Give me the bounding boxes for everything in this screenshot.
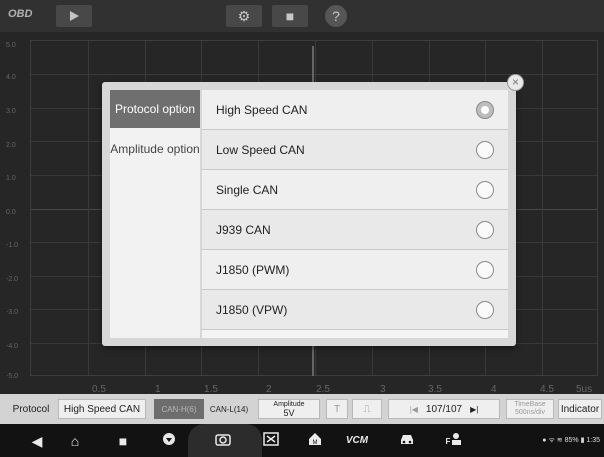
- amplitude-button[interactable]: Amplitude 5V: [258, 399, 320, 419]
- browser-icon[interactable]: [160, 432, 178, 450]
- option-high-speed-can[interactable]: High Speed CAN: [202, 90, 508, 130]
- protocol-label: Protocol: [12, 403, 50, 415]
- option-label: J1850 (VPW): [216, 302, 288, 317]
- option-j1850-pwm[interactable]: J1850 (PWM): [202, 250, 508, 290]
- close-dialog-button[interactable]: ×: [507, 74, 524, 91]
- trigger-button[interactable]: T: [326, 399, 348, 419]
- radio-button[interactable]: [476, 221, 494, 239]
- option-label: High Speed CAN: [216, 102, 308, 117]
- vci-icon[interactable]: [262, 432, 280, 450]
- indicator-button[interactable]: Indicator: [558, 399, 602, 419]
- car-icon[interactable]: [398, 432, 416, 450]
- protocol-dialog: Protocol option Amplitude option High Sp…: [102, 82, 516, 346]
- timebase-value: 500ns/div: [515, 409, 545, 416]
- camera-icon[interactable]: [214, 432, 232, 450]
- android-navigation-bar: ◀ ⌂ ■: [0, 424, 604, 457]
- maxifix-icon[interactable]: M: [306, 432, 324, 450]
- timebase-button[interactable]: TimeBase 500ns/div: [506, 399, 554, 419]
- recent-apps-icon[interactable]: ■: [114, 432, 132, 450]
- option-j1850-vpw[interactable]: J1850 (VPW): [202, 290, 508, 330]
- scope-status-bar: Protocol High Speed CAN CAN-H(6) CAN-L(1…: [0, 394, 604, 424]
- dialog-sidebar: Protocol option Amplitude option: [110, 90, 200, 338]
- option-label: Single CAN: [216, 182, 279, 197]
- can-h-channel-button[interactable]: CAN-H(6): [154, 399, 204, 419]
- prev-page-button[interactable]: |◀: [410, 405, 418, 414]
- svg-text:M: M: [313, 440, 318, 446]
- svg-text:F: F: [446, 437, 451, 446]
- radio-button-selected[interactable]: [476, 101, 494, 119]
- amplitude-value: 5V: [283, 408, 295, 418]
- option-j939-can[interactable]: J939 CAN: [202, 210, 508, 250]
- option-label: J939 CAN: [216, 222, 271, 237]
- page-counter: 107/107: [425, 403, 463, 415]
- system-status-tray: ● ᯤ ≋ 85% ▮ 1:35: [542, 437, 600, 444]
- remote-expert-icon[interactable]: F: [444, 432, 462, 450]
- vcm-icon[interactable]: VCM: [346, 432, 369, 450]
- protocol-options-list: High Speed CAN Low Speed CAN Single CAN …: [202, 90, 508, 338]
- home-icon[interactable]: ⌂: [66, 432, 84, 450]
- radio-button[interactable]: [476, 181, 494, 199]
- next-page-button[interactable]: ▶|: [470, 405, 478, 414]
- tab-amplitude-option[interactable]: Amplitude option: [110, 128, 200, 170]
- option-low-speed-can[interactable]: Low Speed CAN: [202, 130, 508, 170]
- protocol-value-button[interactable]: High Speed CAN: [58, 399, 146, 419]
- tab-protocol-option[interactable]: Protocol option: [110, 90, 200, 128]
- radio-button[interactable]: [476, 301, 494, 319]
- back-icon[interactable]: ◀: [28, 432, 46, 450]
- option-label: Low Speed CAN: [216, 142, 305, 157]
- trigger-edge-button[interactable]: ⎍: [352, 399, 382, 419]
- radio-button[interactable]: [476, 261, 494, 279]
- can-l-channel-button[interactable]: CAN-L(14): [204, 399, 254, 419]
- option-label: J1850 (PWM): [216, 262, 290, 277]
- radio-button[interactable]: [476, 141, 494, 159]
- svg-text:VCM: VCM: [346, 435, 368, 446]
- close-icon: ×: [511, 75, 519, 89]
- page-navigator: |◀ 107/107 ▶|: [388, 399, 500, 419]
- option-single-can[interactable]: Single CAN: [202, 170, 508, 210]
- timebase-title: TimeBase: [514, 401, 546, 408]
